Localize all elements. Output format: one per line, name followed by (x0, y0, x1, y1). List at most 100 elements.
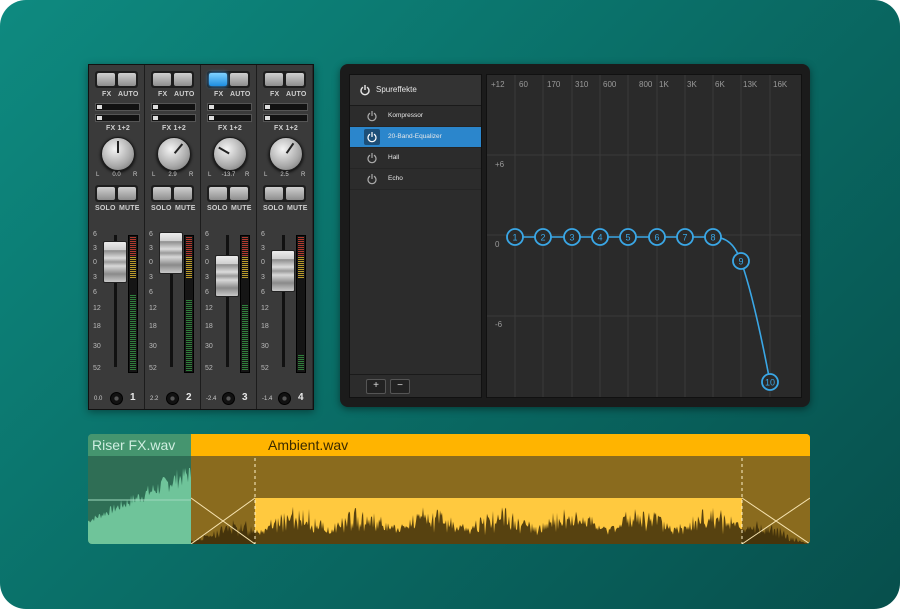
volume-fader[interactable] (103, 241, 127, 283)
pan-knob[interactable] (213, 137, 247, 171)
mute-label: MUTE (287, 205, 308, 212)
input-icon[interactable] (166, 392, 179, 405)
gain-value: 2.2 (150, 396, 159, 402)
fader-scale: 6 3 0 3 6 12 18 30 52 (205, 231, 215, 372)
mute-label: MUTE (175, 205, 196, 212)
solo-button[interactable] (209, 187, 227, 200)
scale-tick: 18 (149, 323, 157, 330)
power-icon[interactable] (366, 173, 378, 185)
freq-label: 3K (687, 80, 697, 89)
pan-knob[interactable] (269, 137, 303, 171)
scale-tick: 30 (205, 343, 213, 350)
power-icon[interactable] (366, 131, 378, 143)
fader-scale: 6 3 0 3 6 12 18 30 52 (261, 231, 271, 372)
remove-effect-button[interactable]: − (390, 379, 410, 394)
solo-mute-buttons (263, 185, 306, 202)
send-meter (263, 114, 308, 122)
scale-tick: 3 (93, 245, 97, 252)
fx-button[interactable] (97, 73, 115, 86)
volume-fader[interactable] (215, 255, 239, 297)
fader-scale: 6 3 0 3 6 12 18 30 52 (93, 231, 103, 372)
pan-knob[interactable] (157, 137, 191, 171)
eq-band-number: 7 (682, 233, 687, 243)
effect-item[interactable]: Kompressor (350, 106, 481, 127)
solo-button[interactable] (265, 187, 283, 200)
clip-name: Riser FX.wav (92, 437, 176, 453)
pan-knob[interactable] (101, 137, 135, 171)
equalizer-curve[interactable]: +12 60 170 310 600 800 1K 3K 6K 13K 16K +6 0 -6 1 2 3 4 5 6… (487, 75, 801, 397)
freq-label: 6K (715, 80, 725, 89)
clip-header[interactable]: Riser FX.wav (88, 434, 191, 456)
scale-tick: 6 (149, 289, 153, 296)
scale-tick: 18 (93, 323, 101, 330)
volume-fader[interactable] (271, 250, 295, 292)
power-icon[interactable] (366, 152, 378, 164)
send-meter (151, 103, 196, 111)
eq-band-number: 3 (569, 233, 574, 243)
solo-mute-buttons (151, 185, 194, 202)
auto-button[interactable] (174, 73, 192, 86)
scale-tick: 0 (205, 259, 209, 266)
auto-button[interactable] (118, 73, 136, 86)
db-label: -6 (495, 320, 503, 329)
audio-clip-riser[interactable]: Riser FX.wav (88, 434, 191, 544)
input-icon[interactable] (278, 392, 291, 405)
send-meter (95, 114, 140, 122)
solo-button[interactable] (97, 187, 115, 200)
level-meter (128, 235, 138, 373)
channel-strip-1: FX AUTO FX 1+2 L 0.0 R SOLO MUTE 6 3 0 3 6 12 18… (89, 65, 145, 409)
send-meter (95, 103, 140, 111)
effect-item[interactable]: 20-Band-Equalizer (350, 127, 481, 148)
solo-label: SOLO (95, 205, 116, 212)
send-label: FX 1+2 (106, 125, 130, 132)
input-icon[interactable] (110, 392, 123, 405)
auto-button[interactable] (230, 73, 248, 86)
power-icon[interactable] (359, 84, 371, 96)
effect-name: Echo (388, 175, 403, 182)
effects-list: Spureffekte Kompressor 20-Band-Equalizer… (349, 74, 482, 398)
fader-scale: 6 3 0 3 6 12 18 30 52 (149, 231, 159, 372)
scale-tick: 0 (149, 259, 153, 266)
add-effect-button[interactable]: + (366, 379, 386, 394)
freq-label: 600 (603, 80, 617, 89)
send-label: FX 1+2 (274, 125, 298, 132)
effect-item[interactable]: Echo (350, 169, 481, 190)
effects-list-header: Spureffekte (350, 75, 481, 106)
scale-tick: 6 (93, 231, 97, 238)
freq-label: 16K (773, 80, 788, 89)
input-icon[interactable] (222, 392, 235, 405)
auto-label: AUTO (174, 91, 195, 98)
audio-clip-ambient[interactable]: Ambient.wav (190, 434, 810, 544)
send-label: FX 1+2 (218, 125, 242, 132)
fx-button[interactable] (265, 73, 283, 86)
eq-band-number: 5 (625, 233, 630, 243)
mute-button[interactable] (174, 187, 192, 200)
freq-label: 310 (575, 80, 589, 89)
solo-button[interactable] (153, 187, 171, 200)
send-meter (151, 114, 196, 122)
mute-button[interactable] (286, 187, 304, 200)
scale-tick: 18 (261, 323, 269, 330)
mute-label: MUTE (119, 205, 140, 212)
effect-name: Kompressor (388, 112, 424, 119)
fx-auto-buttons (95, 71, 138, 88)
mute-button[interactable] (230, 187, 248, 200)
volume-fader[interactable] (159, 232, 183, 274)
fx-label: FX (158, 91, 168, 98)
scale-tick: 3 (149, 245, 153, 252)
effect-item[interactable]: Hall (350, 148, 481, 169)
channel-footer: -2.4 3 (201, 387, 256, 409)
channel-strip-3: FX AUTO FX 1+2 L -13.7 R SOLO MUTE 6 3 0 3 6 12… (201, 65, 257, 409)
scale-tick: 52 (205, 365, 213, 372)
fx-button[interactable] (209, 73, 227, 86)
equalizer-graph[interactable]: +12 60 170 310 600 800 1K 3K 6K 13K 16K +6 0 -6 1 2 3 4 5 6… (486, 74, 802, 398)
power-icon[interactable] (366, 110, 378, 122)
app-background: FX AUTO FX 1+2 L 0.0 R SOLO MUTE 6 3 0 3 6 12 18… (0, 0, 900, 609)
clip-waveform (88, 456, 191, 544)
fx-button[interactable] (153, 73, 171, 86)
solo-mute-buttons (207, 185, 250, 202)
auto-button[interactable] (286, 73, 304, 86)
clip-header[interactable]: Ambient.wav (191, 434, 810, 456)
mute-button[interactable] (118, 187, 136, 200)
eq-band-number: 2 (540, 233, 545, 243)
